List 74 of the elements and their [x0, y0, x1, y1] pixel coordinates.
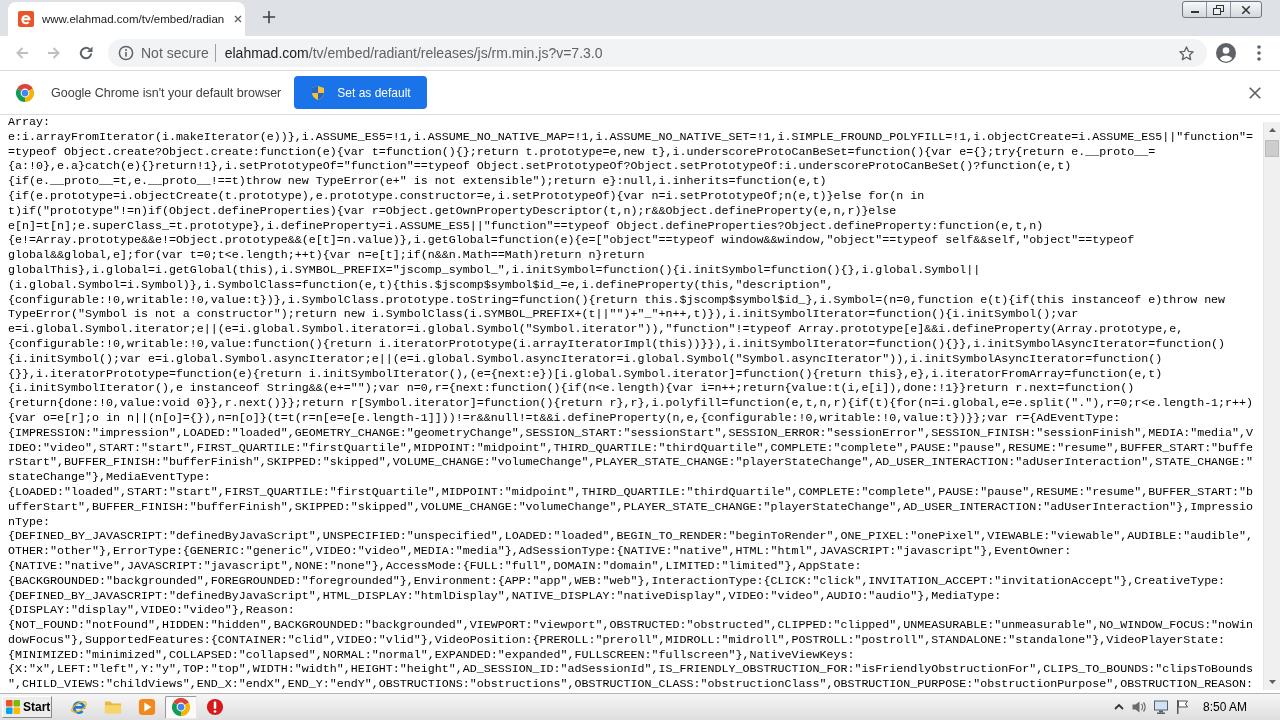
code-line: {var o=e[r];o in n||(n[o]={}),n=n[o]}(t=t(r=n[e=e[e.length-1]]))!=r&&null!=t&&i.defineProperty(n,e,{configurable:!0,writable:!0,value:t})}};var r={AdEventType: — [8, 410, 1121, 426]
code-line: {BACKGROUNDED:"backgrounded",FOREGROUNDED:"foregrounded"},Environment:{APP:"app",WEB:"web"},InteractionType:{CLICK:"click",INVITATION_ACCEPT:"invitationAccept"},CreativeType: — [8, 573, 1226, 589]
arrow-right-icon — [46, 45, 62, 61]
monitor-icon[interactable] — [1152, 699, 1169, 715]
code-line: IDEO:"video",START:"start",FIRST_QUARTILE:"firstQuartile",MIDPOINT:"midpoint",THIRD_QUARTILE:"thirdQuartile",COMPLETE:"complete",PAUSE:"pause",RESUME:"resume",BUFFER_START:"buffe — [8, 440, 1254, 456]
code-line: stateChange"},MediaEventType: — [8, 470, 211, 485]
code-line: global&&global,e];for(var t=0;t<e.length;++t){var n=e[t];if(n&&n.Math==Math)return n}return — [8, 248, 645, 263]
code-line: {DEFINED_BY_JAVASCRIPT:"definedByJavaScript",HTML_DISPLAY:"htmlDisplay",NATIVE_DISPLAY:"nativeDisplay",VIDEO:"video",AUDIO:"audio"},MediaType: — [8, 588, 1002, 604]
code-line: e[n]=t[n];e.superClass_=t.prototype},i.defineProperty=i.ASSUME_ES5||"function"==typeof Object.defineProperties?Object.defineProperty:function(e,t,n) — [8, 218, 1044, 234]
alert-icon — [206, 698, 224, 716]
code-line: ",CHILD_VIEWS:"childViews",END_X:"endX",END_Y:"endY",OBSTRUCTIONS:"obstructions",OBSTRUCTION_CLASS:"obstructionClass",OBSTRUCTION_PURPOSE:"obstructionPurpose",OBSTRUCTION_REASON: — [8, 677, 1254, 693]
windows-flag-icon — [5, 699, 21, 715]
flag-icon[interactable] — [1174, 699, 1191, 715]
infobar-message: Google Chrome isn't your default browser — [51, 85, 282, 100]
star-icon — [1177, 44, 1195, 62]
more-menu-icon — [1257, 45, 1261, 61]
browser-tab[interactable]: www.elahmad.com/tv/embed/radian — [8, 2, 245, 36]
code-line: Array: — [8, 115, 50, 130]
code-line: {MINIMIZED:"minimized",COLLAPSED:"collapsed",NORMAL:"normal",EXPANDED:"expanded",FULLSCREEN:"fullscreen"},NativeViewKeys: — [8, 647, 855, 663]
favicon-icon — [18, 11, 34, 27]
scrollbar[interactable] — [1263, 122, 1280, 690]
close-icon — [1248, 85, 1262, 100]
code-line: {e!=Array.prototype&&e!=Object.prototype&&(e[t]=n.value)},i.getGlobal=function(e){e=["object"==typeof window&&window,"object"==typeof self&&self,"object"==typeof — [8, 233, 1135, 249]
browser-logo-icon — [16, 83, 34, 102]
reload-icon — [78, 45, 94, 61]
code-line: TypeError("Symbol is not a constructor");return new i.SymbolClass(i.SYMBOL_PREFIX+(t||"")+"_"+n++,t)}),i.initSymbolIterator=function(){i.initSymbol();var — [8, 307, 1079, 323]
set-default-button[interactable]: Set as default — [294, 76, 427, 109]
plus-icon — [262, 10, 276, 24]
code-line: {NOT_FOUND:"notFound",HIDDEN:"hidden",BACKGROUNDED:"backgrounded",VIEWPORT:"viewport",OBSTRUCTED:"obstructed",CLIPPED:"clipped",UNMEASURABLE:"unmeasurable",NO_WINDOW_FOCUS:"noWin — [8, 618, 1254, 633]
url-text: elahmad.com/tv/embed/radiant/releases/js/rm.min.js?v=7.3.0 — [224, 45, 603, 61]
code-line: {DEFINED_BY_JAVASCRIPT:"definedByJavaScript",UNSPECIFIED:"unspecified",LOADED:"loaded",BEGIN_TO_RENDER:"beginToRender",ONE_PIXEL:"onePixel",VIEWABLE:"viewable",AUDIBLE:"audible", — [8, 529, 1254, 545]
speaker-icon[interactable] — [1130, 699, 1147, 715]
code-line: {if(e.prototype=i.objectCreate(t.prototype),e.prototype.constructor=e,i.setPrototypeOf){var n=i.setPrototypeOf;n(e,t)}else for(n in — [8, 189, 925, 204]
clock-text: 8:50 AM — [1202, 700, 1247, 714]
code-line: {i.initSymbolIterator(),e instanceof String&&(e+="");var n=0,r={next:function(){if(n<e.length){var i=n++;return{value:t(i,e[i]),done:!1}}return r.next=function() — [8, 381, 1135, 397]
code-line: {i.initSymbol();var e=i.global.Symbol.asyncIterator;e||(e=i.global.Symbol.asyncIterator=i.global.Symbol("Symbol.asyncIterator")),i.initSymbolAsyncIterator=function() — [8, 351, 1163, 367]
code-line: rStart",BUFFER_FINISH:"bufferFinish",SKIPPED:"skipped",VOLUME_CHANGE:"volumeChange",PLAYER_STATE_CHANGE:"playerStateChange",AD_USER_INTERACTION:"adUserInteraction",STATE_CHANGE:" — [8, 455, 1254, 471]
code-line: e=i.global.Symbol.iterator;e||(e=i.global.Symbol.iterator=i.global.Symbol("Symbol.iterator")),"function"!=typeof Array.prototype[e]&&i.defineProperty(Array.prototype,e, — [8, 322, 1184, 337]
code-line: {}},i.iteratorPrototype=function(e){return i.initSymbolIterator(),(e={next:e})[i.global.Symbol.iterator]=function(){return this},e},i.iteratorFromArray=function(e,t) — [8, 366, 1163, 382]
shield-icon — [310, 84, 327, 101]
security-chip[interactable]: Not secure — [118, 45, 209, 61]
arrow-left-icon — [14, 45, 30, 61]
code-line: =typeof Object.create?Object.create:function(e){var t=function(){};return t.prototype=e,new t},i.underscoreProtoCanBeSet=function(){var e={};try{return e.__proto__= — [8, 144, 1156, 160]
scroll-thumb[interactable] — [1265, 140, 1279, 157]
triangle-down-icon — [1268, 680, 1276, 684]
code-line: globalThis},i.global=i.getGlobal(this),i.SYMBOL_PREFIX="jscomp_symbol_",i.initSymbol=function(){i.initSymbol=function(){},i.global.Symbol|| — [8, 262, 981, 278]
code-line: (i.global.Symbol=i.Symbol)},i.SymbolClass=function(e,t){this.$jscomp$symbol$id_=e,i.defineProperty(this,"description", — [8, 277, 834, 293]
code-line: {return{done:!0,value:void 0}},r.next()}};return r[Symbol.iterator]=function(){return r},r},i.polyfill=function(e,t,n,r){if(t){for(n=i.global,e=e.split("."),r=0;r<e.length-1;r++) — [8, 396, 1254, 411]
e-logo-icon — [70, 698, 88, 716]
code-line: {a:!0},e.a}catch(e){}return!1},i.setPrototypeOf="function"==typeof Object.setPrototypeOf?Object.setPrototypeOf:i.underscoreProtoCanBeSet()?function(e,t) — [8, 159, 1072, 175]
code-line: ufferStart",BUFFER_FINISH:"bufferFinish",SKIPPED:"skipped",VOLUME_CHANGE:"volumeChange",PLAYER_STATE_CHANGE:"playerStateChange",AD_USER_INTERACTION:"adUserInteraction"},Impressio — [8, 499, 1254, 515]
code-line: {DISPLAY:"display",VIDEO:"video"},Reason: — [8, 603, 295, 619]
code-line: nType: — [8, 514, 50, 530]
code-line: {NATIVE:"native",JAVASCRIPT:"javascript",NONE:"none"},AccessMode:{FULL:"full",DOMAIN:"domain",LIMITED:"limited"},AppState: — [8, 558, 862, 574]
close-icon — [1241, 4, 1251, 15]
browser-logo-icon — [172, 698, 190, 716]
code-line: e:i.arrayFromIterator(i.makeIterator(e))},i.ASSUME_ES5=!1,i.ASSUME_NO_NATIVE_MAP=!1,i.ASSUME_NO_NATIVE_SET=!1,i.SIMPLE_FROUND_POLYFILL=!1,i.objectCreate=i.ASSUME_ES5||"function"= — [8, 129, 1254, 145]
code-line: t)if("prototype"!=n)if(Object.defineProperties){var r=Object.getOwnPropertyDescriptor(t,n);r&&Object.defineProperty(e,n,r)}else — [8, 203, 897, 219]
code-line: dowFocus"},SupportedFeatures:{CONTAINER:"clid",VIDEO:"vlid"},VideoPosition:{PREROLL:"preroll",MIDROLL:"midroll",POSTROLL:"postroll",STANDALONE:"standalone"},VideoPlayerState: — [8, 632, 1226, 648]
address-bar[interactable]: Not secure elahmad.com/tv/embed/radiant/releases/js/rm.min.js?v=7.3.0 — [108, 39, 1207, 67]
restore-icon — [1213, 4, 1224, 15]
code-line: OTHER:"other"},ErrorType:{GENERIC:"generic",VIDEO:"video",MEDIA:"media"},AdSessionType:{NATIVE:"native",HTML:"html",JAVASCRIPT:"javascript"},EventOwner: — [8, 544, 1072, 559]
code-line: {configurable:!0,writable:!0,value:t})},i.SymbolClass.prototype.toString=function(){return this.$jscomp$symbol$id_},i.Symbol=(n=0,function e(t){if(this instanceof e)throw new — [8, 292, 1226, 308]
info-icon — [118, 45, 134, 61]
avatar-icon — [1216, 43, 1236, 63]
code-line: {LOADED:"loaded",START:"start",FIRST_QUARTILE:"firstQuartile",MIDPOINT:"midpoint",THIRD_QUARTILE:"thirdQuartile",COMPLETE:"complete",PAUSE:"pause",RESUME:"resume",BUFFER_START:"b — [8, 484, 1254, 500]
code-line: {if(e.__proto__=t,e.__proto__!==t)throw new TypeError(e+" is not extensible");return e}:null,i.inherits=function(e,t) — [8, 174, 827, 189]
start-button[interactable]: Start — [2, 696, 52, 718]
triangle-up-icon — [1268, 128, 1276, 132]
taskbar-app-button[interactable] — [165, 695, 197, 719]
code-line: {X:"x",LEFT:"left",Y:"y",TOP:"top",WIDTH:"width",HEIGHT:"height",AD_SESSION_ID:"adSessionId",IS_FRIENDLY_OBSTRUCTION_FOR:"isFriendlyObstructionFor",CLIPS_TO_BOUNDS:"clipsToBounds — [8, 662, 1254, 678]
play-icon — [138, 698, 156, 716]
code-line: {IMPRESSION:"impression",LOADED:"loaded",GEOMETRY_CHANGE:"geometryChange",SESSION_START:"sessionStart",SESSION_ERROR:"sessionError",SESSION_FINISH:"sessionFinish",MEDIA:"media",V — [8, 425, 1254, 441]
code-line: {configurable:!0,writable:!0,value:function(){return i.iteratorPrototype(i.arrayIteratorImpl(this))}}),i.initSymbolIterator=function(){}},i.initSymbolAsyncIterator=function() — [8, 336, 1226, 352]
